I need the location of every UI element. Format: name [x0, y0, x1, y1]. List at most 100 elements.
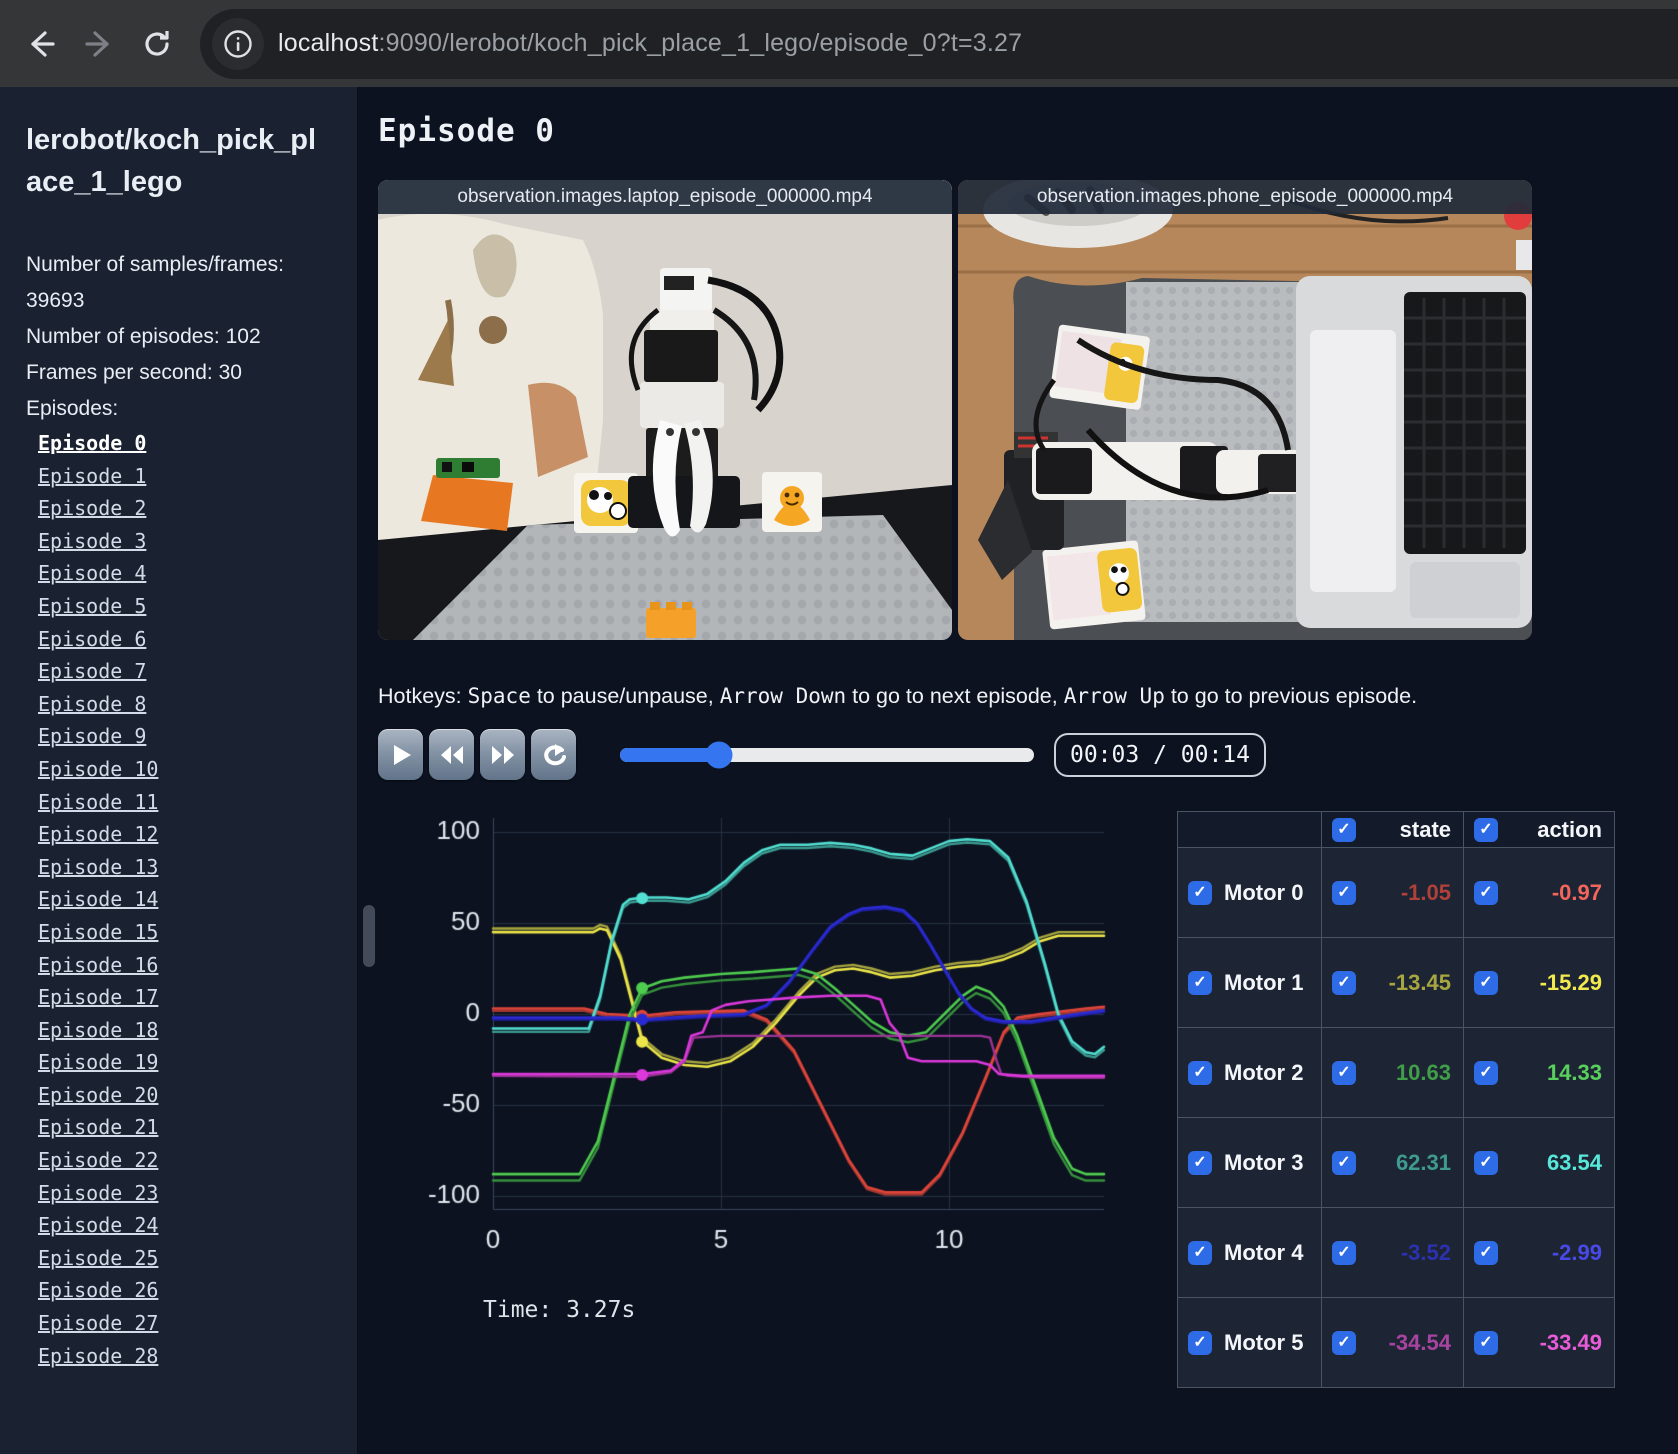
motor-label: Motor 5: [1224, 1329, 1304, 1355]
motor-table: ✓ state ✓ action ✓ Motor 0 ✓ -1.05 ✓ -0.97 ✓ Motor …: [1177, 811, 1615, 1388]
motor-chart[interactable]: Time: 3.27s: [378, 794, 1118, 1388]
episode-link-episode-3[interactable]: Episode 3: [26, 525, 331, 558]
episode-link-episode-16[interactable]: Episode 16: [26, 949, 331, 982]
browser-toolbar: localhost:9090/lerobot/koch_pick_place_1…: [0, 0, 1678, 87]
state-value: -1.05: [1400, 879, 1451, 905]
url-path: :9090/lerobot/koch_pick_place_1_lego/epi…: [378, 29, 1023, 57]
checkbox[interactable]: ✓: [1474, 880, 1498, 905]
episode-link-episode-24[interactable]: Episode 24: [26, 1209, 331, 1242]
checkbox[interactable]: ✓: [1188, 970, 1212, 995]
episode-link-episode-26[interactable]: Episode 26: [26, 1274, 331, 1307]
sidebar: lerobot/koch_pick_place_1_lego Number of…: [0, 87, 358, 1454]
table-row: ✓ Motor 1 ✓ -13.45 ✓ -15.29: [1177, 937, 1615, 1028]
episode-link-episode-27[interactable]: Episode 27: [26, 1307, 331, 1340]
checkbox[interactable]: ✓: [1332, 1060, 1356, 1085]
episode-link-episode-13[interactable]: Episode 13: [26, 851, 331, 884]
page-title: Episode 0: [378, 113, 555, 149]
episode-link-episode-11[interactable]: Episode 11: [26, 786, 331, 819]
episode-link-episode-2[interactable]: Episode 2: [26, 492, 331, 525]
video-laptop[interactable]: observation.images.laptop_episode_000000…: [378, 180, 952, 640]
hotkey-text: to pause/unpause,: [530, 684, 720, 708]
checkbox[interactable]: ✓: [1332, 817, 1356, 842]
checkbox[interactable]: ✓: [1474, 1240, 1498, 1265]
action-value: 63.54: [1546, 1149, 1602, 1175]
checkbox[interactable]: ✓: [1474, 1330, 1498, 1355]
video-laptop-label: observation.images.laptop_episode_000000…: [378, 180, 952, 214]
stat-episodes: Number of episodes: 102: [26, 325, 261, 348]
episode-link-episode-20[interactable]: Episode 20: [26, 1079, 331, 1112]
checkbox[interactable]: ✓: [1332, 970, 1356, 995]
scrollbar-thumb[interactable]: [363, 905, 375, 967]
address-bar[interactable]: localhost:9090/lerobot/koch_pick_place_1…: [200, 8, 1678, 79]
checkbox[interactable]: ✓: [1474, 1060, 1498, 1085]
episode-link-episode-21[interactable]: Episode 21: [26, 1111, 331, 1144]
motor-label: Motor 3: [1224, 1149, 1304, 1175]
episode-link-episode-8[interactable]: Episode 8: [26, 688, 331, 721]
fast-forward-button[interactable]: [480, 729, 525, 780]
hotkey-key: Space: [467, 684, 531, 708]
episode-link-episode-25[interactable]: Episode 25: [26, 1242, 331, 1275]
checkbox[interactable]: ✓: [1188, 1330, 1212, 1355]
replay-button[interactable]: [531, 729, 576, 780]
episode-link-episode-5[interactable]: Episode 5: [26, 590, 331, 623]
playback-controls: 00:03 / 00:14: [378, 729, 1266, 780]
checkbox[interactable]: ✓: [1332, 1240, 1356, 1265]
reload-icon[interactable]: [140, 27, 174, 61]
stat-samples: Number of samples/frames: 39693: [26, 253, 284, 312]
play-button[interactable]: [378, 729, 423, 780]
episode-link-episode-19[interactable]: Episode 19: [26, 1046, 331, 1079]
site-info-icon[interactable]: [212, 17, 264, 70]
table-row: ✓ Motor 4 ✓ -3.52 ✓ -2.99: [1177, 1207, 1615, 1298]
state-value: 10.63: [1395, 1059, 1451, 1085]
episode-link-episode-7[interactable]: Episode 7: [26, 655, 331, 688]
episode-link-episode-18[interactable]: Episode 18: [26, 1014, 331, 1047]
episode-link-episode-22[interactable]: Episode 22: [26, 1144, 331, 1177]
table-corner-cell: [1177, 811, 1322, 848]
checkbox[interactable]: ✓: [1188, 1240, 1212, 1265]
checkbox[interactable]: ✓: [1332, 1330, 1356, 1355]
motor-label: Motor 1: [1224, 969, 1304, 995]
hotkeys-help: Hotkeys: Space to pause/unpause, Arrow D…: [378, 684, 1678, 709]
chart-time-label: Time: 3.27s: [483, 1297, 636, 1323]
episode-link-episode-9[interactable]: Episode 9: [26, 720, 331, 753]
episode-link-episode-14[interactable]: Episode 14: [26, 883, 331, 916]
checkbox[interactable]: ✓: [1332, 880, 1356, 905]
rewind-icon: [440, 745, 463, 764]
rewind-button[interactable]: [429, 729, 474, 780]
checkbox[interactable]: ✓: [1474, 817, 1498, 842]
state-column-header: state: [1399, 816, 1451, 842]
checkbox[interactable]: ✓: [1474, 970, 1498, 995]
video-phone[interactable]: observation.images.phone_episode_000000.…: [958, 180, 1532, 640]
episode-link-episode-4[interactable]: Episode 4: [26, 557, 331, 590]
hotkey-text: to go to next episode,: [846, 684, 1064, 708]
video-row: observation.images.laptop_episode_000000…: [378, 180, 1678, 640]
seek-slider[interactable]: [620, 741, 1034, 768]
episode-link-episode-6[interactable]: Episode 6: [26, 623, 331, 656]
episode-link-episode-23[interactable]: Episode 23: [26, 1177, 331, 1210]
state-value: 62.31: [1395, 1149, 1451, 1175]
episodes-label: Episodes:: [26, 397, 119, 420]
checkbox[interactable]: ✓: [1188, 880, 1212, 905]
episode-link-episode-1[interactable]: Episode 1: [26, 460, 331, 493]
main-content: Episode 0 observation.images.laptop_epis…: [358, 87, 1678, 1454]
checkbox[interactable]: ✓: [1474, 1150, 1498, 1175]
motor-chart-canvas[interactable]: [378, 794, 1118, 1264]
episode-link-episode-0[interactable]: Episode 0: [26, 427, 331, 460]
episode-link-episode-17[interactable]: Episode 17: [26, 981, 331, 1014]
seek-thumb[interactable]: [705, 741, 733, 768]
hotkey-text: to go to previous episode.: [1164, 684, 1418, 708]
back-icon[interactable]: [24, 27, 58, 61]
replay-icon: [543, 743, 566, 765]
header-state: ✓ state: [1321, 811, 1464, 848]
checkbox[interactable]: ✓: [1188, 1060, 1212, 1085]
checkbox[interactable]: ✓: [1332, 1150, 1356, 1175]
episode-link-episode-10[interactable]: Episode 10: [26, 753, 331, 786]
episode-link-episode-28[interactable]: Episode 28: [26, 1340, 331, 1373]
video-phone-label: observation.images.phone_episode_000000.…: [958, 180, 1532, 214]
forward-icon[interactable]: [82, 27, 116, 61]
episode-link-episode-15[interactable]: Episode 15: [26, 916, 331, 949]
action-value: -0.97: [1551, 879, 1602, 905]
checkbox[interactable]: ✓: [1188, 1150, 1212, 1175]
hotkey-text: Hotkeys:: [378, 684, 468, 708]
episode-link-episode-12[interactable]: Episode 12: [26, 818, 331, 851]
